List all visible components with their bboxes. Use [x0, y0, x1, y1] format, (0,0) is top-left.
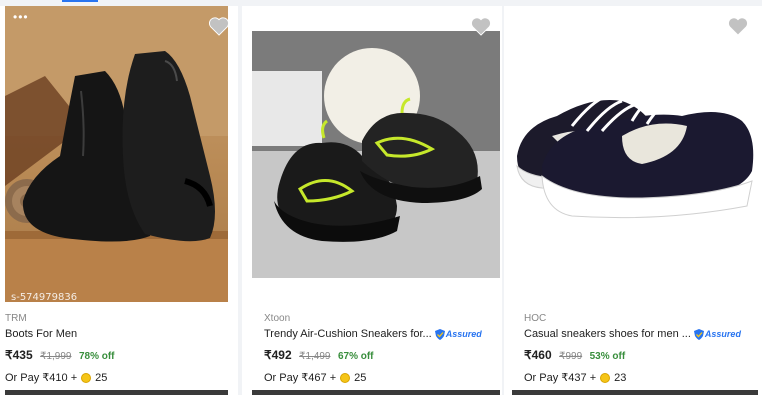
pay-with-coins-text: Or Pay ₹467 +	[264, 372, 337, 384]
mrp-price: ₹1,499	[299, 351, 331, 362]
heart-icon[interactable]	[727, 16, 749, 36]
discount-percent: 67% off	[337, 351, 374, 362]
coin-count: 25	[95, 372, 108, 384]
selling-price: ₹435	[5, 348, 33, 362]
discount-percent: 53% off	[589, 351, 626, 362]
product-title-text: Boots For Men	[5, 328, 78, 340]
next-row-image-edge	[252, 390, 500, 395]
supercoin-icon	[81, 373, 92, 383]
image-watermark: s-574979836	[11, 292, 78, 302]
price-row: ₹460 ₹999 53% off	[524, 347, 754, 363]
supercoin-icon	[340, 373, 351, 383]
product-info: HOC Casual sneakers shoes for men ... As…	[524, 312, 754, 386]
product-info: TRM Boots For Men ₹435 ₹1,999 78% off Or…	[5, 312, 235, 386]
active-tab-indicator	[62, 0, 98, 2]
product-image[interactable]: ••• s-574979836	[5, 6, 228, 302]
supercoin-offer: Or Pay ₹410 + 25	[5, 370, 235, 386]
heart-icon[interactable]	[470, 16, 492, 36]
assured-badge: Assured	[434, 326, 482, 342]
heart-icon[interactable]	[208, 16, 230, 36]
price-row: ₹492 ₹1,499 67% off	[264, 347, 494, 363]
discount-percent: 78% off	[78, 351, 115, 362]
selling-price: ₹492	[264, 348, 292, 362]
product-title[interactable]: Casual sneakers shoes for men ... Assure…	[524, 326, 754, 342]
supercoin-icon	[600, 373, 611, 383]
supercoin-offer: Or Pay ₹437 + 23	[524, 370, 754, 386]
product-brand: TRM	[5, 313, 27, 324]
product-card[interactable]: HOC Casual sneakers shoes for men ... As…	[504, 6, 762, 395]
assured-label: Assured	[704, 329, 741, 339]
assured-label: Assured	[445, 329, 482, 339]
product-title[interactable]: Boots For Men	[5, 326, 235, 342]
boots-illustration	[5, 6, 228, 302]
product-card[interactable]: Xtoon Trendy Air-Cushion Sneakers for...…	[242, 6, 502, 395]
pay-with-coins-text: Or Pay ₹410 +	[5, 372, 78, 384]
price-row: ₹435 ₹1,999 78% off	[5, 347, 235, 363]
assured-shield-icon	[434, 328, 445, 340]
sneakers-illustration	[252, 31, 500, 278]
product-brand: HOC	[524, 313, 547, 324]
coin-count: 25	[354, 372, 367, 384]
product-title-text: Casual sneakers shoes for men ...	[524, 328, 691, 340]
selling-price: ₹460	[524, 348, 552, 362]
mrp-price: ₹999	[559, 351, 583, 362]
coin-count: 23	[614, 372, 627, 384]
next-row-image-edge	[512, 390, 758, 395]
next-row-image-edge	[5, 390, 228, 395]
product-grid: ••• s-574979836 TRM Boots For Men ₹435 ₹…	[0, 0, 762, 395]
assured-badge: Assured	[693, 326, 741, 342]
assured-shield-icon	[693, 328, 704, 340]
product-brand: Xtoon	[264, 313, 291, 324]
more-dots-icon: •••	[13, 10, 29, 24]
sneakers-illustration	[516, 89, 754, 219]
product-card[interactable]: ••• s-574979836 TRM Boots For Men ₹435 ₹…	[0, 6, 238, 395]
product-info: Xtoon Trendy Air-Cushion Sneakers for...…	[264, 312, 494, 386]
product-title-text: Trendy Air-Cushion Sneakers for...	[264, 328, 432, 340]
product-title[interactable]: Trendy Air-Cushion Sneakers for... Assur…	[264, 326, 494, 342]
pay-with-coins-text: Or Pay ₹437 +	[524, 372, 597, 384]
mrp-price: ₹1,999	[40, 351, 72, 362]
product-image[interactable]	[252, 31, 500, 278]
product-image[interactable]	[512, 56, 758, 246]
supercoin-offer: Or Pay ₹467 + 25	[264, 370, 494, 386]
